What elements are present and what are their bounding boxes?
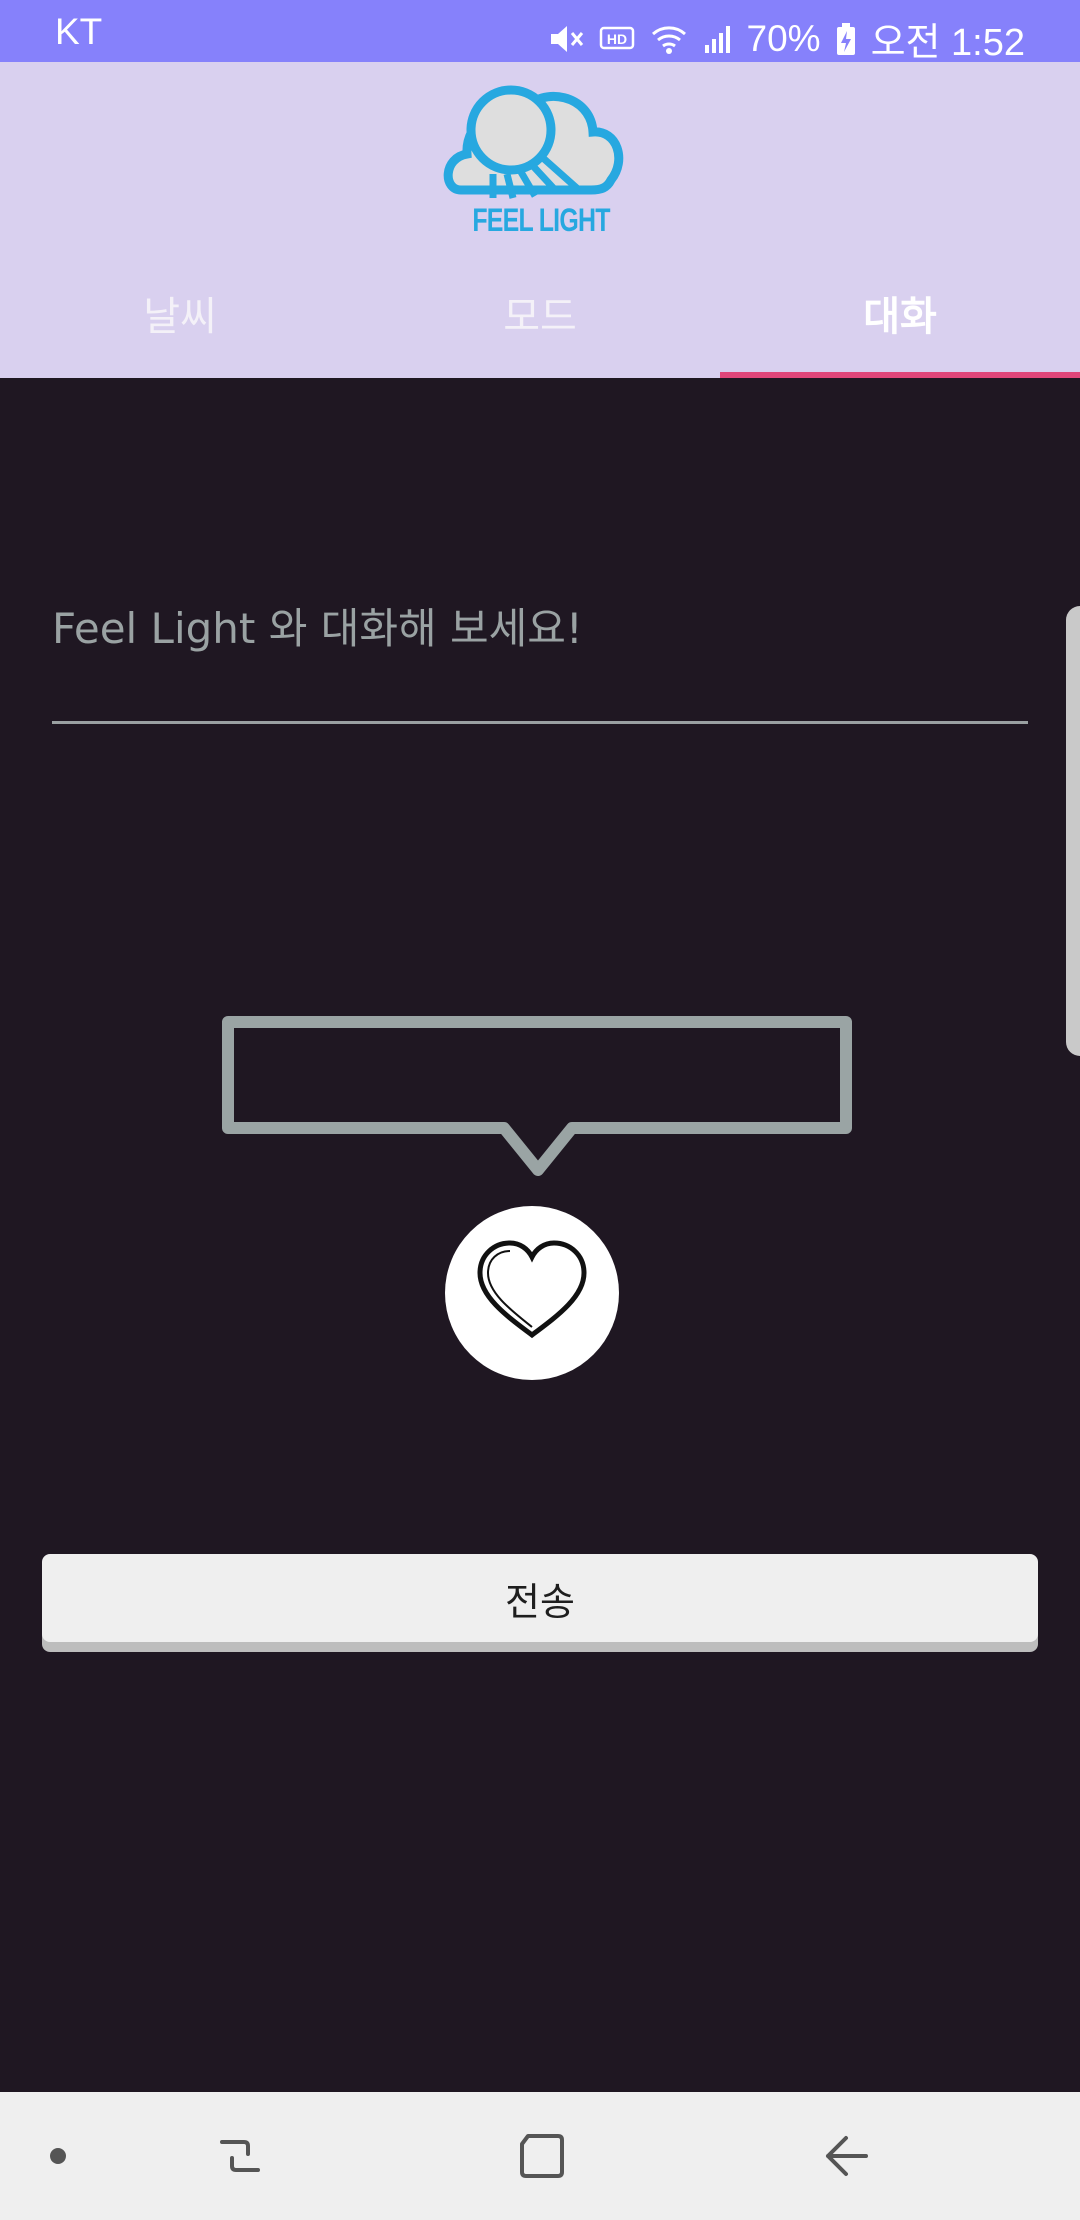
- tab-bar: 날씨 모드 대화: [0, 262, 1080, 378]
- signal-icon: [703, 23, 733, 55]
- recent-apps-icon[interactable]: [210, 2126, 270, 2186]
- tab-label: 대화: [863, 294, 937, 340]
- svg-text:HD: HD: [606, 31, 626, 47]
- send-button[interactable]: 전송: [42, 1554, 1038, 1642]
- status-bar: KT HD 70% 오전 1:52: [0, 0, 1080, 64]
- clock: 오전 1:52: [870, 22, 1025, 64]
- home-icon[interactable]: [512, 2126, 572, 2186]
- scroll-handle[interactable]: [1066, 606, 1080, 1056]
- tab-chat[interactable]: 대화: [720, 262, 1080, 378]
- wifi-icon: [649, 22, 689, 56]
- tab-label: 모드: [503, 294, 577, 340]
- hd-icon: HD: [599, 24, 635, 54]
- heart-button[interactable]: [445, 1206, 619, 1380]
- status-icons: HD 70% 오전 1:52: [547, 11, 1025, 66]
- tab-weather[interactable]: 날씨: [0, 262, 360, 378]
- heart-icon: [474, 1239, 590, 1347]
- mute-icon: [547, 22, 585, 56]
- tab-label: 날씨: [143, 294, 217, 340]
- logo-text: FEEL LIGHT: [472, 202, 610, 238]
- battery-label: 70%: [746, 17, 821, 59]
- tab-mode[interactable]: 모드: [360, 262, 720, 378]
- app-header: FEEL LIGHT 날씨 모드 대화: [0, 62, 1080, 378]
- chat-panel: 전송: [0, 378, 1080, 2092]
- chat-input[interactable]: [52, 596, 1028, 724]
- back-icon[interactable]: [816, 2126, 876, 2186]
- nav-dot-icon[interactable]: [28, 2126, 88, 2186]
- battery-charging-icon: [835, 22, 857, 56]
- carrier-label: KT: [55, 11, 103, 52]
- bubble-text: [236, 1030, 836, 1120]
- system-nav-bar: [0, 2092, 1080, 2220]
